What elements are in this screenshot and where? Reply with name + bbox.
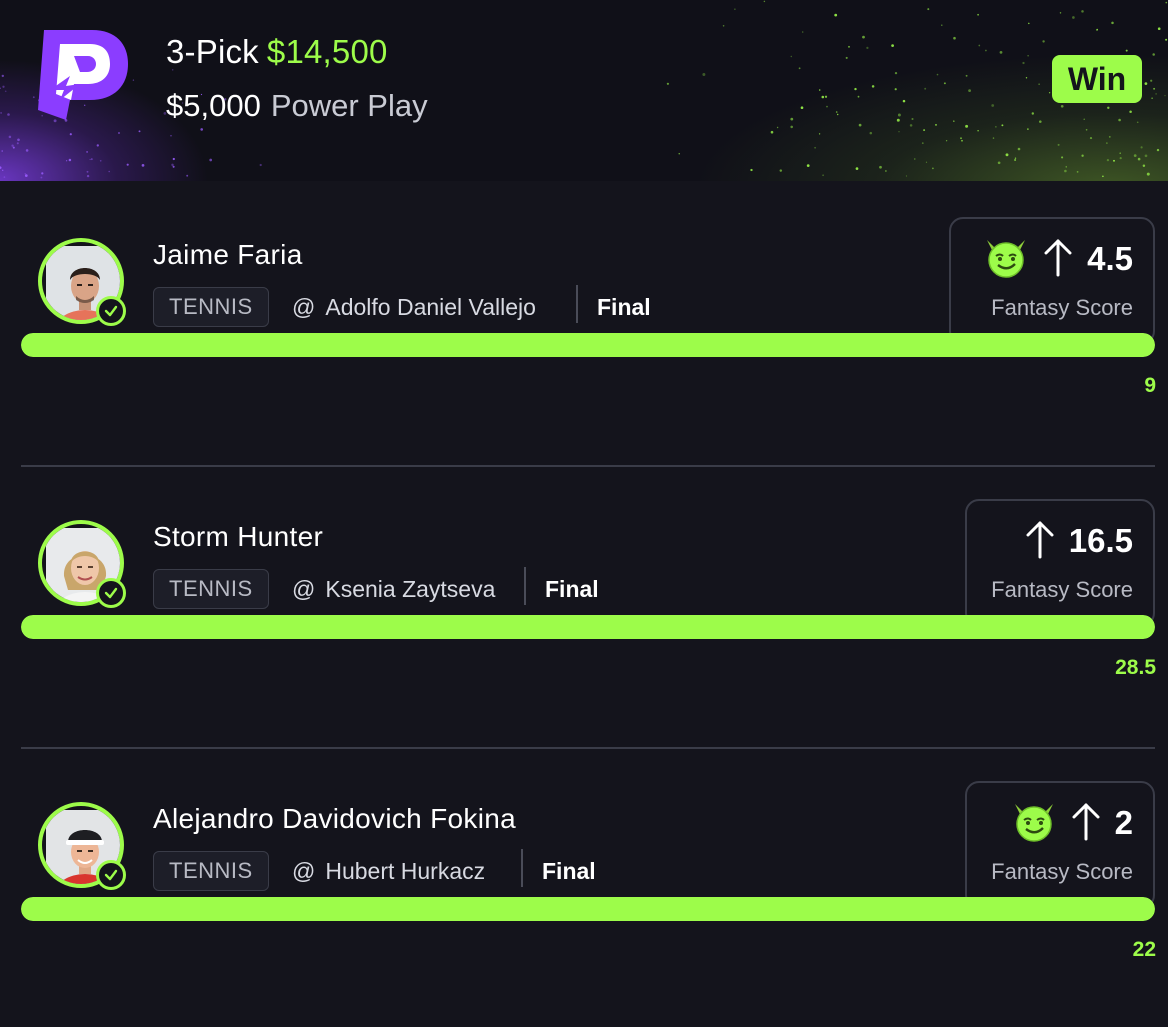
game-status: Final <box>542 858 596 884</box>
at-symbol: @ <box>292 576 316 602</box>
opponent-info: @ Hubert Hurkacz <box>292 854 485 888</box>
demon-icon <box>983 234 1029 285</box>
at-symbol: @ <box>292 294 316 320</box>
check-circle-icon <box>96 860 126 890</box>
at-symbol: @ <box>292 858 316 884</box>
player-avatar <box>38 238 126 326</box>
pick-count: 3-Pick <box>166 33 259 70</box>
vertical-divider <box>521 849 523 887</box>
opponent-name: Adolfo Daniel Vallejo <box>325 294 536 320</box>
line-value: 4.5 <box>1087 240 1133 277</box>
opponent-info: @ Ksenia Zaytseva <box>292 572 495 606</box>
player-avatar <box>38 802 126 890</box>
projection-card[interactable]: 2 Fantasy Score <box>965 781 1155 909</box>
sport-tag: TENNIS <box>153 287 269 327</box>
stat-type: Fantasy Score <box>991 859 1133 884</box>
prizepicks-logo-icon <box>30 24 130 124</box>
projection-card[interactable]: 16.5 Fantasy Score <box>965 499 1155 627</box>
actual-score: 9 <box>1144 374 1156 397</box>
vertical-divider <box>576 285 578 323</box>
projection-line: 16.5 <box>1025 519 1133 563</box>
progress-bar <box>21 615 1155 639</box>
player-name: Jaime Faria <box>153 239 303 270</box>
sport-tag: TENNIS <box>153 851 269 891</box>
entry-subtitle: $5,000 Power Play <box>166 88 428 124</box>
check-circle-icon <box>96 578 126 608</box>
prize-amount: $14,500 <box>266 33 388 70</box>
check-circle-icon <box>96 296 126 326</box>
opponent-name: Ksenia Zaytseva <box>325 576 496 602</box>
arrow-up-icon <box>1071 801 1101 846</box>
progress-fill <box>21 615 1155 639</box>
progress-bar <box>21 333 1155 357</box>
stat-type: Fantasy Score <box>991 295 1133 320</box>
player-name: Alejandro Davidovich Fokina <box>153 803 516 834</box>
line-value: 2 <box>1114 804 1133 841</box>
projection-line: 2 <box>1011 801 1133 845</box>
actual-score: 28.5 <box>1115 656 1156 679</box>
progress-fill <box>21 333 1155 357</box>
progress-fill <box>21 897 1155 921</box>
result-badge: Win <box>1052 55 1142 103</box>
projection-card[interactable]: 4.5 Fantasy Score <box>949 217 1155 345</box>
entry-amount: $5,000 <box>166 88 261 123</box>
entry-header: 3-Pick $14,500 $5,000 Power Play Win <box>0 0 1168 181</box>
opponent-name: Hubert Hurkacz <box>325 858 486 884</box>
play-type: Power Play <box>270 88 428 123</box>
demon-icon <box>1011 798 1057 849</box>
pick-row[interactable]: Jaime Faria TENNIS @ Adolfo Daniel Vallej… <box>0 181 1168 463</box>
game-status: Final <box>545 576 599 602</box>
pick-row[interactable]: Storm Hunter TENNIS @ Ksenia Zaytseva Fin… <box>0 463 1168 745</box>
vertical-divider <box>524 567 526 605</box>
stat-type: Fantasy Score <box>991 577 1133 602</box>
arrow-up-icon <box>1025 519 1055 564</box>
projection-line: 4.5 <box>983 237 1133 281</box>
opponent-info: @ Adolfo Daniel Vallejo <box>292 290 536 324</box>
line-value: 16.5 <box>1068 522 1133 559</box>
player-name: Storm Hunter <box>153 521 324 552</box>
pick-row[interactable]: Alejandro Davidovich Fokina TENNIS @ Hube… <box>0 745 1168 1027</box>
actual-score: 22 <box>1132 938 1156 961</box>
entry-title: 3-Pick $14,500 <box>166 33 388 71</box>
game-status: Final <box>597 294 651 320</box>
arrow-up-icon <box>1043 237 1073 282</box>
sport-tag: TENNIS <box>153 569 269 609</box>
player-avatar <box>38 520 126 608</box>
progress-bar <box>21 897 1155 921</box>
